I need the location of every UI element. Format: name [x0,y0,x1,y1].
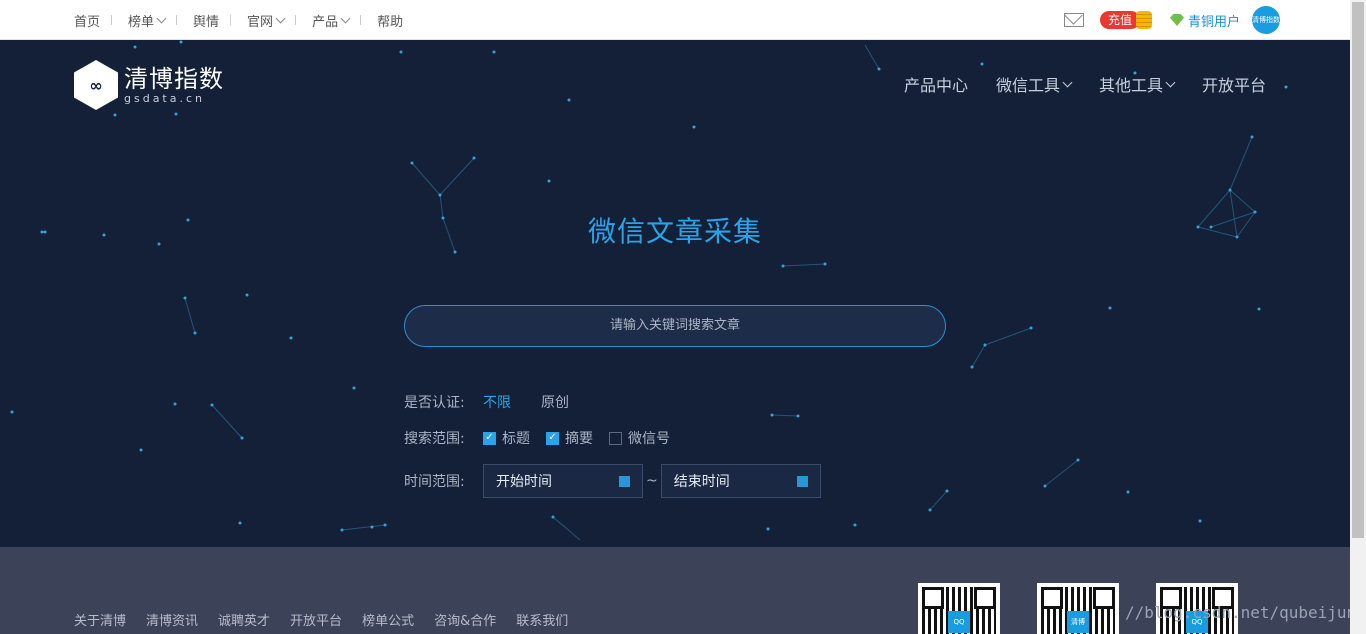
end-time-field[interactable]: 结束时间 [660,464,821,498]
end-time-placeholder: 结束时间 [673,474,730,490]
qr-center-logo: QQ [948,611,970,633]
search-filters: 是否认证: 不限 原创 搜索范围: ✓ 标题 ✓ 摘要 微信号 时间范围: 开始时间… [404,392,821,514]
calendar-icon [619,475,630,487]
top-nav-label: 首页 [74,14,101,30]
top-nav: 首页 榜单 舆情 官网 产品 帮助 [74,0,431,40]
recharge-button[interactable]: 充值 [1099,11,1152,29]
mail-icon[interactable] [1063,13,1084,27]
cert-filter-label: 是否认证: [404,395,465,411]
top-nav-sentiment[interactable]: 舆情 [193,11,232,30]
scope-filter-label: 搜索范围: [404,431,465,447]
footer-link-about[interactable]: 关于清博 [74,610,126,629]
footer: 关于清博 清博资讯 诚聘英才 开放平台 榜单公式 咨询&合作 联系我们 QQ 清… [0,547,1356,634]
top-user-area: 充值 青铜用户 清博指数 [1063,6,1280,34]
checkbox-checked-icon: ✓ [483,431,496,445]
logo-mark-icon: ∞ [74,60,118,110]
checkbox-label: 摘要 [565,431,593,447]
avatar[interactable]: 清博指数 [1252,6,1280,34]
time-filter-label: 时间范围: [404,474,465,490]
qr-center-logo: 清博 [1067,611,1089,633]
gem-icon [1169,14,1184,26]
start-time-field[interactable]: 开始时间 [483,464,643,498]
cert-option-original[interactable]: 原创 [541,392,569,412]
top-nav-help[interactable]: 帮助 [377,11,415,30]
footer-link-contact[interactable]: 联系我们 [516,610,568,629]
scope-filter-row: 搜索范围: ✓ 标题 ✓ 摘要 微信号 [404,428,821,448]
footer-links: 关于清博 清博资讯 诚聘英才 开放平台 榜单公式 咨询&合作 联系我们 [74,610,588,629]
chevron-down-icon [340,13,351,23]
qr-code: 清博 [1037,583,1119,634]
recharge-label: 充值 [1099,11,1140,29]
top-nav-home[interactable]: 首页 [74,11,113,30]
top-nav-label: 舆情 [193,14,220,30]
footer-link-consult[interactable]: 咨询&合作 [434,610,496,629]
top-bar: 首页 榜单 舆情 官网 产品 帮助 充值 青铜用户 清博指数 [0,0,1350,40]
chevron-down-icon [1062,77,1073,87]
main-nav-wechat-tools[interactable]: 微信工具 [995,72,1073,96]
top-nav-products[interactable]: 产品 [312,11,362,30]
main-nav-open-platform[interactable]: 开放平台 [1202,72,1266,96]
main-nav-label: 产品中心 [903,76,968,95]
checkbox-unchecked-icon [609,431,622,445]
checkbox-label: 微信号 [628,431,670,447]
user-level-link[interactable]: 青铜用户 [1188,11,1240,30]
watermark: //blog.csdn.net/qubeijun [1125,603,1357,622]
logo[interactable]: ∞ 清博指数 gsdata.cn [74,60,224,110]
main-nav-label: 其他工具 [1098,76,1163,95]
coins-icon [1135,11,1152,29]
calendar-icon [796,475,808,487]
main-nav: 产品中心 微信工具 其他工具 开放平台 [876,72,1266,96]
logo-name: 清博指数 [124,65,224,93]
chevron-down-icon [1165,77,1176,87]
chevron-down-icon [275,13,286,23]
top-nav-label: 榜单 [128,14,155,30]
checkbox-label: 标题 [502,431,530,447]
range-separator: ~ [646,473,658,489]
chevron-down-icon [156,13,167,23]
main-nav-product-center[interactable]: 产品中心 [904,72,968,96]
footer-link-open-platform[interactable]: 开放平台 [290,610,342,629]
page-title: 微信文章采集 [587,215,762,248]
logo-domain: gsdata.cn [124,92,206,105]
top-nav-label: 产品 [312,14,339,30]
scrollbar-thumb[interactable] [1352,2,1364,538]
footer-link-careers[interactable]: 诚聘英才 [218,610,270,629]
scope-checkbox-title[interactable]: ✓ 标题 [483,428,530,448]
time-filter-row: 时间范围: 开始时间 ~ 结束时间 [404,464,821,498]
page-scrollbar[interactable] [1350,0,1366,634]
logo-text: 清博指数 gsdata.cn [124,65,224,105]
cert-option-any[interactable]: 不限 [483,392,511,412]
top-nav-official-site[interactable]: 官网 [247,11,297,30]
footer-link-ranking-formula[interactable]: 榜单公式 [362,610,414,629]
top-nav-label: 帮助 [377,14,404,30]
main-nav-label: 微信工具 [995,76,1060,95]
hero-section: ∞ 清博指数 gsdata.cn 产品中心 微信工具 其他工具 开放平台 微信文… [0,40,1350,547]
start-time-placeholder: 开始时间 [496,474,552,490]
checkbox-checked-icon: ✓ [546,431,559,445]
footer-link-news[interactable]: 清博资讯 [146,610,198,629]
qr-code: QQ [918,583,1000,634]
top-nav-label: 官网 [247,14,274,30]
top-nav-rankings[interactable]: 榜单 [128,11,178,30]
main-nav-other-tools[interactable]: 其他工具 [1098,72,1176,96]
search-input[interactable]: 请输入关键词搜索文章 [404,305,946,347]
scope-checkbox-summary[interactable]: ✓ 摘要 [546,428,593,448]
main-nav-label: 开放平台 [1201,76,1266,95]
scope-checkbox-wechat-id[interactable]: 微信号 [609,428,670,448]
cert-filter-row: 是否认证: 不限 原创 [404,392,821,412]
